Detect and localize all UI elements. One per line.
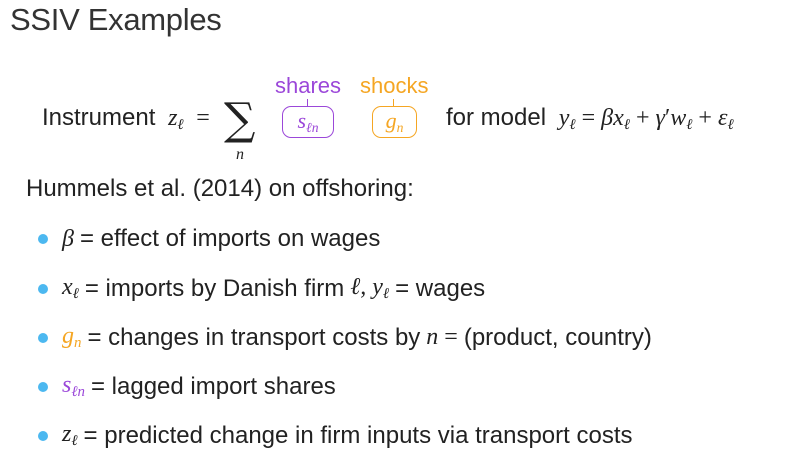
list-item: sℓn = lagged import shares (38, 372, 336, 401)
sum-symbol: ∑ (224, 94, 256, 145)
bullet-text-b: = wages (395, 274, 486, 302)
g-symbol: gn (62, 323, 82, 352)
beta-symbol: β (62, 225, 74, 252)
shares-label: shares (275, 73, 342, 98)
bullet-text: = predicted change in firm inputs via tr… (83, 421, 633, 449)
intro-text: Hummels et al. (2014) on offshoring: (26, 175, 414, 202)
list-item: gn = changes in transport costs by n = (… (38, 323, 652, 352)
bullet-text: = imports by Danish firm (84, 274, 345, 302)
list-item: xℓ = imports by Danish firm ℓ, yℓ = wage… (38, 274, 485, 303)
bullet-text-b: (product, country) (463, 323, 652, 351)
instrument-symbol: zℓ (162, 105, 184, 134)
bullet-text: = lagged import shares (90, 372, 336, 400)
shares-symbol: sℓn (297, 108, 319, 135)
bullet-dot (38, 283, 48, 294)
bullet-dot (38, 381, 48, 392)
bullet-dot (38, 332, 48, 343)
equals-sign: = (190, 105, 210, 131)
instrument-label: Instrument (42, 104, 156, 131)
model-expression: for model yℓ = βxℓ + γ′wℓ + εℓ (446, 104, 734, 134)
instrument-expression: Instrument zℓ = (42, 104, 210, 134)
bullet-dot (38, 234, 48, 244)
ell-symbol: ℓ, yℓ (344, 274, 390, 303)
n-equals: n = (420, 324, 458, 351)
bullet-text: = changes in transport costs by (87, 323, 421, 351)
shocks-symbol: gn (385, 108, 404, 135)
page-title: SSIV Examples (10, 2, 222, 37)
model-formula: yℓ = βxℓ + γ′wℓ + εℓ (552, 105, 734, 134)
shares-box: sℓn (282, 106, 334, 138)
shocks-label: shocks (360, 73, 429, 98)
bullet-text: = effect of imports on wages (79, 225, 381, 252)
z-symbol: zℓ (62, 421, 78, 450)
x-symbol: xℓ (62, 274, 79, 303)
list-item: β = effect of imports on wages (38, 225, 380, 253)
bullet-dot (38, 430, 48, 441)
shocks-box: gn (372, 106, 417, 138)
sum-index: n (236, 146, 244, 163)
list-item: zℓ = predicted change in firm inputs via… (38, 421, 633, 450)
s-symbol: sℓn (62, 372, 85, 401)
model-label: for model (446, 104, 547, 131)
